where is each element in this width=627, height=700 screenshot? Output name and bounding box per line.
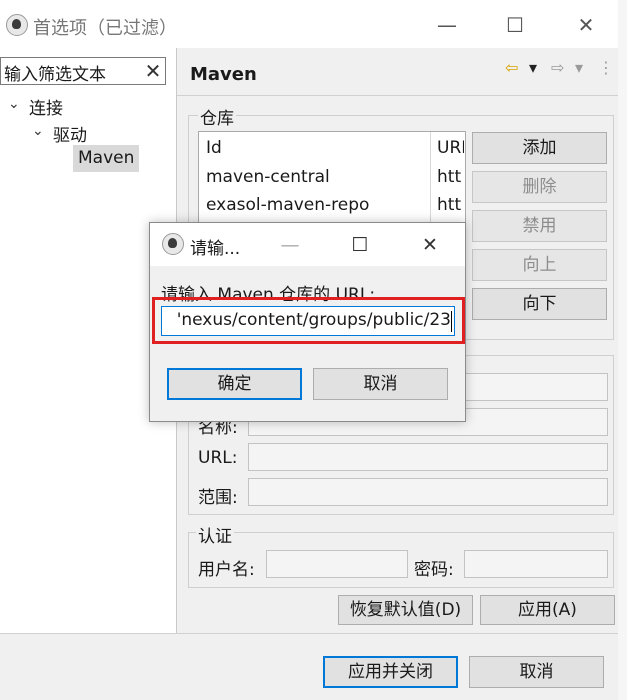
view-menu-icon[interactable]: ⋮ — [598, 58, 614, 77]
close-button[interactable]: ✕ — [571, 10, 601, 40]
repo-table-column-divider — [430, 132, 431, 230]
password-label: 密码: — [414, 560, 454, 580]
password-field[interactable] — [464, 550, 608, 578]
forward-icon[interactable]: ⇨ — [551, 58, 564, 77]
table-row[interactable]: exasol-maven-repo — [206, 195, 369, 215]
app-icon — [6, 14, 28, 36]
forward-menu-icon[interactable]: ▾ — [575, 58, 583, 77]
window-title: 首选项（已过滤） — [33, 18, 177, 39]
repo-col-header-url[interactable]: URL — [437, 138, 464, 158]
maximize-button[interactable]: ☐ — [500, 10, 530, 40]
auth-group-label: 认证 — [196, 522, 234, 547]
ok-button[interactable]: 确定 — [167, 368, 302, 400]
title-separator — [177, 95, 618, 96]
back-menu-icon[interactable]: ▾ — [529, 58, 537, 77]
highlight-box — [152, 297, 465, 344]
tree-expand-icon[interactable]: ⌄ — [32, 123, 44, 139]
disable-button[interactable]: 禁用 — [472, 210, 607, 242]
clear-filter-icon[interactable]: ✕ — [144, 58, 162, 84]
dialog-app-icon — [162, 233, 184, 255]
cancel-button[interactable]: 取消 — [469, 656, 604, 688]
url-field[interactable] — [248, 443, 608, 471]
add-button[interactable]: 添加 — [472, 132, 607, 164]
username-label: 用户名: — [198, 560, 255, 580]
username-field[interactable] — [266, 550, 408, 578]
table-row[interactable]: maven-central — [206, 167, 330, 187]
dialog-title: 请输... — [190, 239, 241, 259]
table-row-url[interactable]: htt — [437, 195, 461, 215]
tree-item-connection[interactable]: 连接 — [29, 94, 63, 119]
url-label: URL: — [198, 448, 238, 468]
dialog-maximize-button[interactable]: ☐ — [345, 230, 375, 260]
repo-group-label: 仓库 — [198, 104, 236, 129]
scope-label: 范围: — [198, 488, 238, 508]
move-up-button[interactable]: 向上 — [472, 249, 607, 281]
tree-expand-icon[interactable]: ⌄ — [8, 96, 20, 112]
minimize-button[interactable]: — — [432, 10, 462, 40]
apply-and-close-button[interactable]: 应用并关闭 — [323, 656, 458, 688]
table-row-url[interactable]: htt — [437, 167, 461, 187]
remove-button[interactable]: 删除 — [472, 171, 607, 203]
tree-item-maven[interactable]: Maven — [78, 148, 134, 168]
page-title: Maven — [190, 64, 257, 85]
filter-input-value: 输入筛选文本 — [4, 65, 106, 85]
repo-col-header-id[interactable]: Id — [206, 138, 222, 158]
move-down-button[interactable]: 向下 — [472, 288, 607, 320]
background-window-edge — [618, 0, 627, 700]
restore-defaults-button[interactable]: 恢复默认值(D) — [338, 595, 473, 625]
tree-item-driver[interactable]: 驱动 — [53, 121, 87, 146]
dialog-close-button[interactable]: ✕ — [415, 230, 445, 260]
back-icon[interactable]: ⇦ — [505, 58, 518, 77]
apply-button[interactable]: 应用(A) — [480, 595, 615, 625]
dialog-minimize-button[interactable]: — — [275, 230, 305, 260]
dialog-cancel-button[interactable]: 取消 — [313, 368, 448, 400]
scope-field[interactable] — [248, 478, 608, 506]
